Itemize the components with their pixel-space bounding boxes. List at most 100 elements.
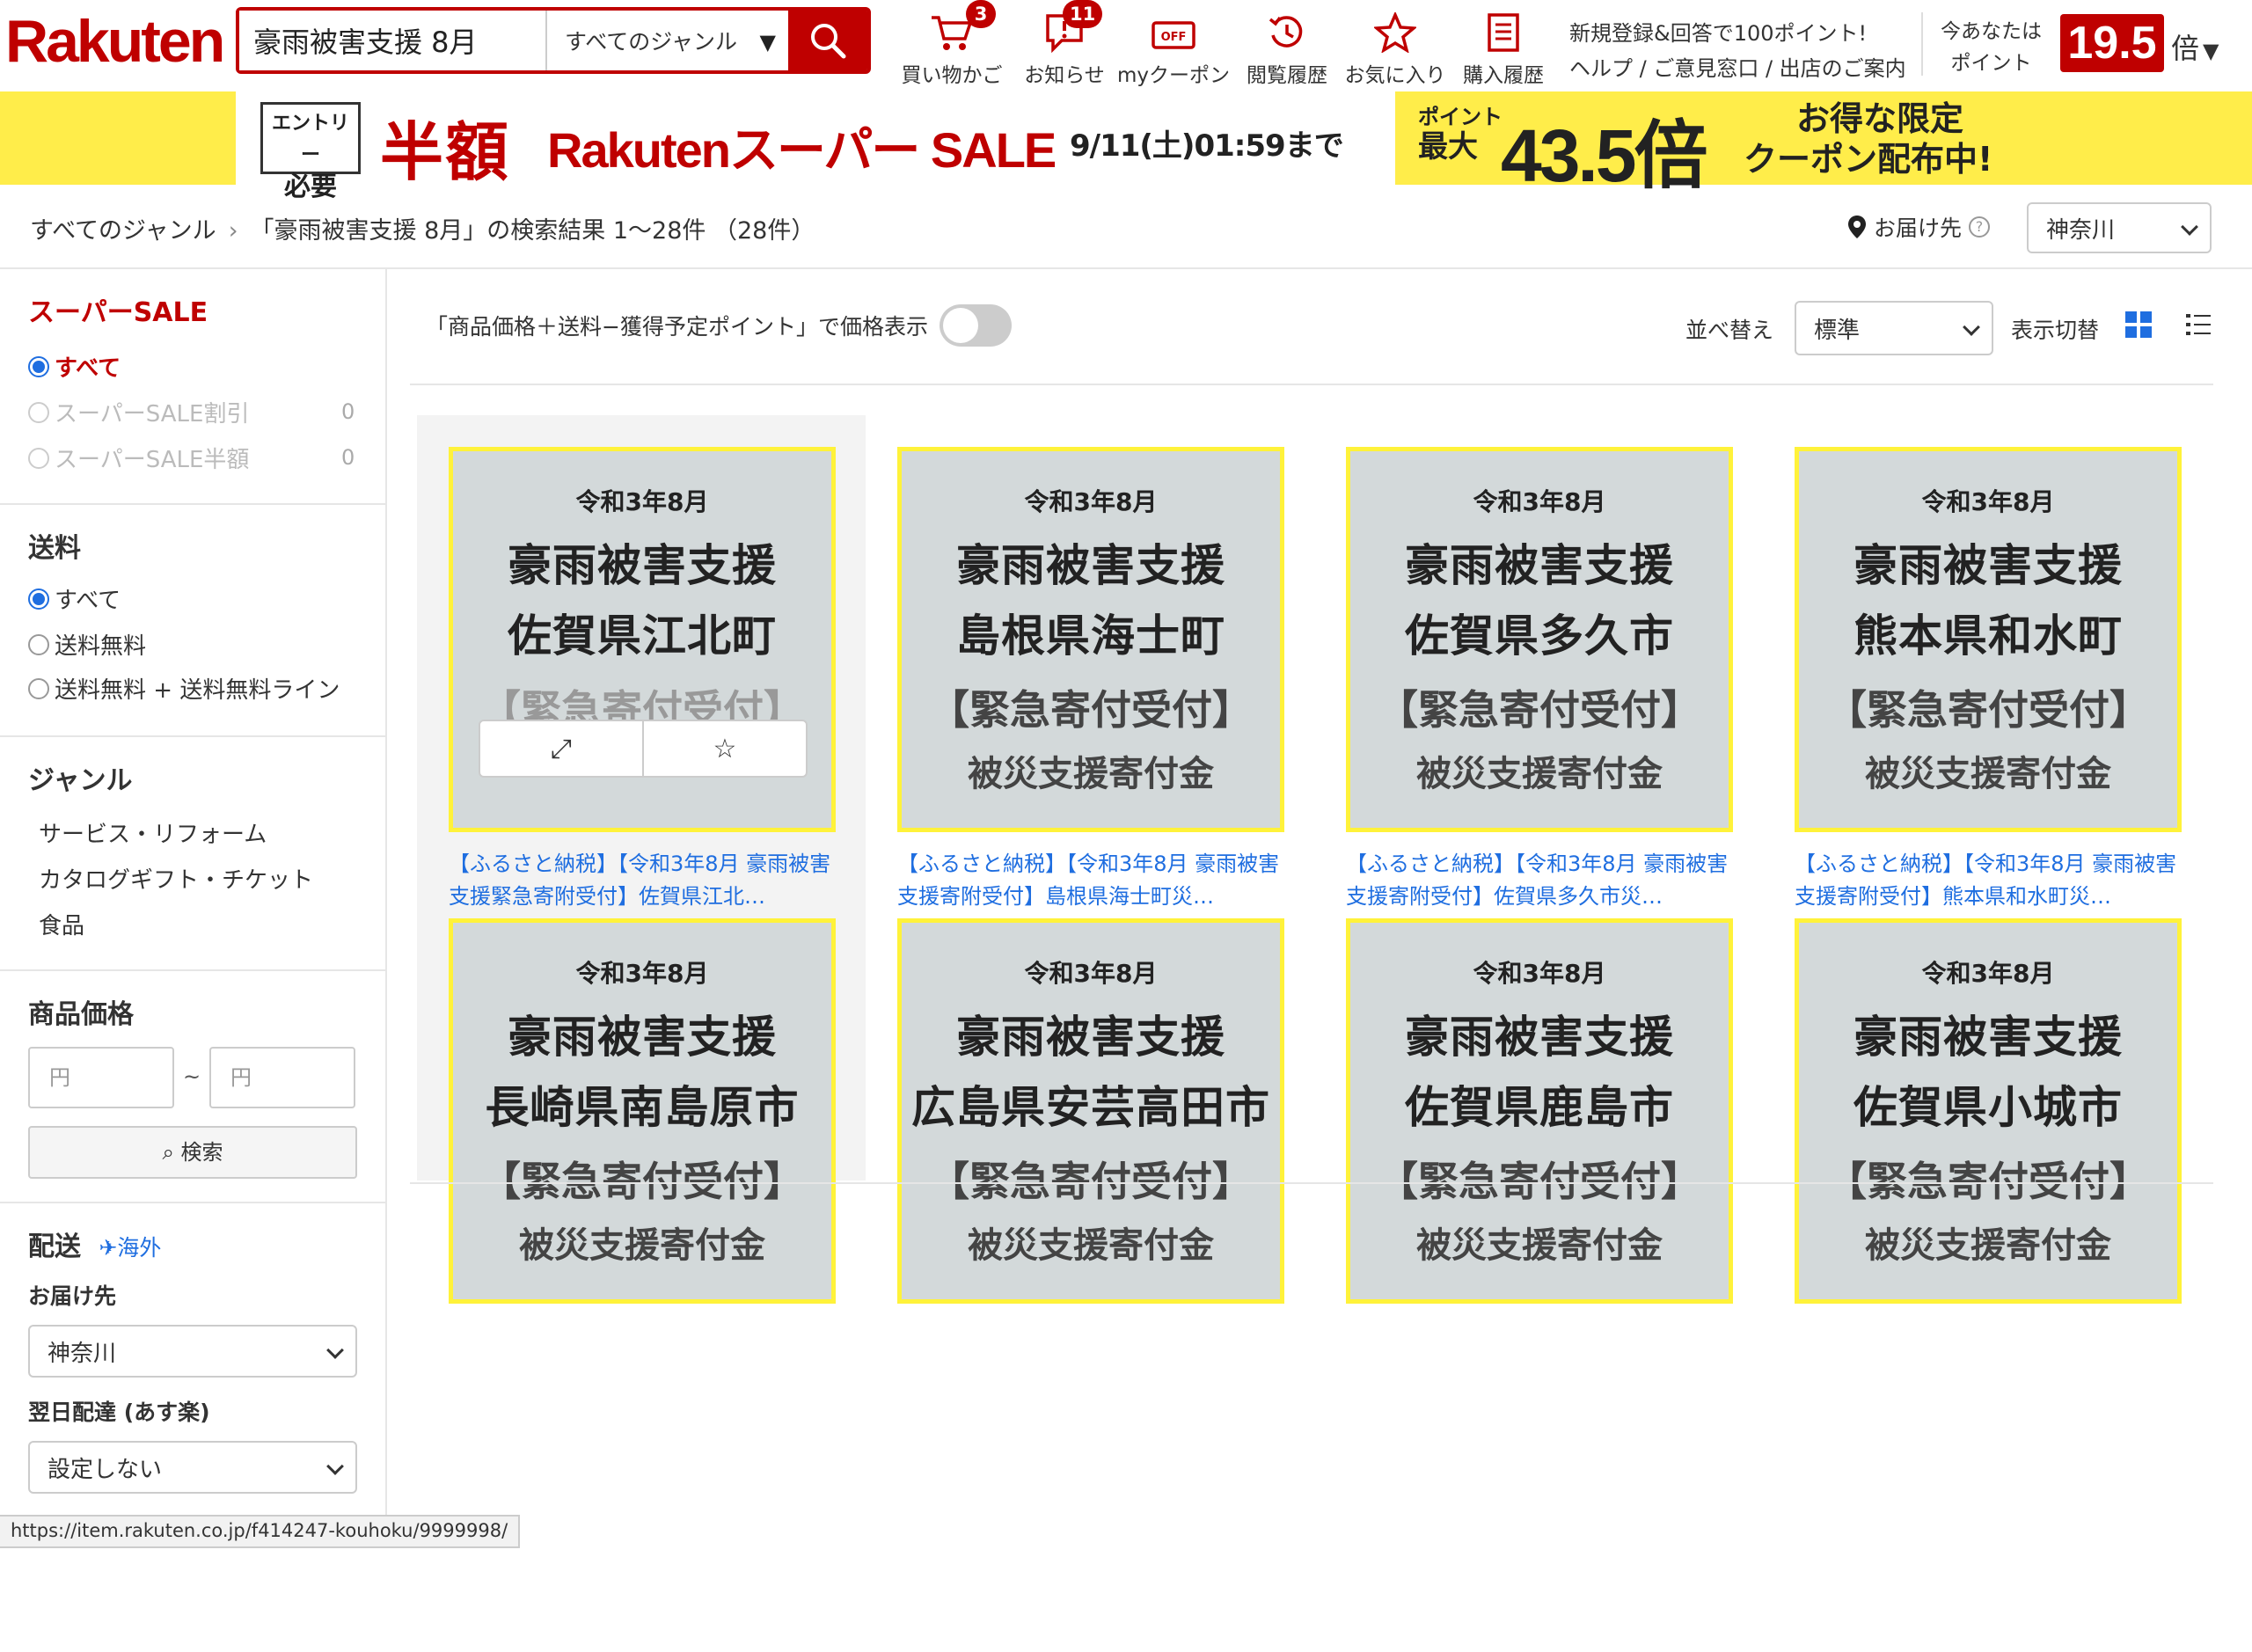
location-pin-icon [1848, 216, 1866, 238]
banner-left: エントリー 必要 半額 Rakutenスーパー SALE 9/11(土)01:5… [236, 91, 1395, 202]
divider [410, 1182, 2213, 1184]
purchase-history-icon [1488, 13, 1519, 52]
product-card[interactable]: 令和3年8月 豪雨被害支援 広島県安芸高田市 【緊急寄付受付】 被災支援寄付金 [866, 887, 1314, 1652]
shipping-filter-free[interactable]: 送料無料 [28, 628, 146, 661]
image-line3: 【緊急寄付受付】 [1378, 686, 1701, 734]
nav-history[interactable]: 閲覧履歴 [1239, 5, 1335, 87]
shipping-filter-all[interactable]: すべて [28, 582, 121, 615]
shipping-heading: 送料 [28, 533, 81, 564]
product-image[interactable]: 令和3年8月 豪雨被害支援 佐賀県鹿島市 【緊急寄付受付】 被災支援寄付金 [1346, 918, 1733, 1304]
next-day-select-value: 設定しない [48, 1456, 163, 1483]
list-view-icon[interactable] [2185, 311, 2212, 338]
sort-select[interactable]: 標準 [1795, 301, 1993, 355]
sale-half-count: 0 [341, 445, 355, 470]
points-unit[interactable]: 倍 ▼ [2171, 26, 2219, 67]
price-display-toggle-label: 「商品価格＋送料−獲得予定ポイント」で価格表示 [426, 314, 928, 340]
product-image[interactable]: 令和3年8月 豪雨被害支援 長崎県南島原市 【緊急寄付受付】 被災支援寄付金 [449, 918, 836, 1304]
coupon-promo-line2: クーポン配布中! [1744, 140, 1993, 179]
next-day-heading: 翌日配達 (あす楽) [28, 1400, 210, 1425]
image-line4: 被災支援寄付金 [1416, 1225, 1663, 1266]
super-sale-heading: スーパーSALE [28, 297, 208, 328]
chevron-down-icon [2181, 218, 2198, 236]
nav-favorite[interactable]: お気に入り [1342, 5, 1448, 87]
image-municipality: 熊本県和水町 [1854, 610, 2123, 662]
deliver-to-select[interactable]: 神奈川 [2027, 202, 2212, 253]
price-heading: 商品価格 [28, 999, 134, 1030]
image-year: 令和3年8月 [575, 959, 709, 988]
divider [1921, 12, 1923, 76]
image-municipality: 佐賀県鹿島市 [1405, 1082, 1674, 1133]
nav-coupon[interactable]: OFF myクーポン [1115, 5, 1232, 87]
promo-register-link[interactable]: 新規登録&回答で100ポイント! [1569, 16, 1906, 51]
image-year: 令和3年8月 [575, 487, 709, 516]
sale-deadline: 9/11(土)01:59まで [1070, 128, 1344, 164]
price-search-button-label: 検索 [180, 1140, 223, 1165]
sale-filter-all[interactable]: すべて [28, 350, 121, 383]
caret-down-icon: ▼ [759, 30, 776, 55]
points-max-label-1: ポイント [1418, 105, 1503, 129]
points-multiplier[interactable]: 19.5 [2060, 14, 2164, 72]
product-card[interactable]: 令和3年8月 豪雨被害支援 佐賀県鹿島市 【緊急寄付受付】 被災支援寄付金 [1314, 887, 1763, 1652]
grid-view-icon[interactable] [2125, 311, 2152, 338]
caret-down-icon: ▼ [2203, 39, 2219, 63]
delivery-heading-label: 配送 [28, 1232, 81, 1262]
sidebar-deliver-to-select[interactable]: 神奈川 [28, 1325, 357, 1378]
nav-notice[interactable]: 11 お知らせ [1020, 0, 1108, 87]
help-icon[interactable]: ? [1969, 216, 1991, 238]
sort-select-value: 標準 [1814, 317, 1861, 344]
next-day-select[interactable]: 設定しない [28, 1441, 357, 1494]
chevron-down-icon [1963, 318, 1980, 336]
status-bar-url: https://item.rakuten.co.jp/f414247-kouho… [0, 1515, 521, 1548]
super-sale-banner[interactable]: エントリー 必要 半額 Rakutenスーパー SALE 9/11(土)01:5… [0, 91, 2252, 202]
image-year: 令和3年8月 [1921, 959, 2055, 988]
nav-notice-label: お知らせ [1024, 64, 1105, 87]
history-icon [1269, 16, 1303, 48]
rakuten-logo[interactable]: Rakuten [5, 7, 225, 76]
image-municipality: 佐賀県多久市 [1405, 610, 1674, 662]
genre-heading: ジャンル [28, 765, 133, 796]
image-line1: 豪雨被害支援 [956, 1012, 1225, 1063]
breadcrumb-root[interactable]: すべてのジャンル [30, 217, 216, 245]
product-card[interactable]: 令和3年8月 豪雨被害支援 佐賀県小城市 【緊急寄付受付】 被災支援寄付金 [1763, 887, 2212, 1652]
product-image[interactable]: 令和3年8月 豪雨被害支援 佐賀県多久市 【緊急寄付受付】 被災支援寄付金 [1346, 447, 1733, 832]
filter-sidebar: スーパーSALE すべて スーパーSALE割引 0 スーパーSALE半額 0 送… [0, 269, 387, 1548]
points-label-line1: 今あなたは [1941, 20, 2042, 43]
product-image[interactable]: 令和3年8月 豪雨被害支援 島根県海士町 【緊急寄付受付】 被災支援寄付金 [897, 447, 1284, 832]
points-max-label-2: 最大 [1418, 129, 1478, 164]
image-municipality: 佐賀県小城市 [1854, 1082, 2123, 1133]
nav-cart[interactable]: 3 買い物かご [899, 0, 1005, 87]
product-image[interactable]: 令和3年8月 豪雨被害支援 広島県安芸高田市 【緊急寄付受付】 被災支援寄付金 [897, 918, 1284, 1304]
image-line1: 豪雨被害支援 [1854, 1012, 2123, 1063]
search-button[interactable] [788, 7, 867, 74]
nav-favorite-label: お気に入り [1344, 64, 1446, 87]
coupon-promo-line1: お得な限定 [1796, 99, 1964, 138]
price-search-button[interactable]: ⌕ 検索 [28, 1126, 357, 1179]
image-line1: 豪雨被害支援 [508, 540, 777, 591]
product-image[interactable]: 令和3年8月 豪雨被害支援 熊本県和水町 【緊急寄付受付】 被災支援寄付金 [1795, 447, 2182, 832]
shipping-filter-free-line[interactable]: 送料無料 + 送料無料ライン [28, 672, 340, 705]
image-line4: 被災支援寄付金 [968, 754, 1214, 794]
help-links[interactable]: ヘルプ / ご意見窓口 / 出店のご案内 [1569, 51, 1906, 86]
genre-link-food[interactable]: 食品 [39, 908, 84, 940]
sort-label: 並べ替え [1685, 318, 1774, 343]
genre-link-catalog-gift[interactable]: カタログギフト・チケット [39, 862, 313, 895]
deliver-to-select-value: 神奈川 [2046, 216, 2116, 244]
genre-link-service[interactable]: サービス・リフォーム [39, 816, 267, 849]
product-image[interactable]: 令和3年8月 豪雨被害支援 佐賀県小城市 【緊急寄付受付】 被災支援寄付金 [1795, 918, 2182, 1304]
price-min-input[interactable]: 円 [28, 1047, 174, 1108]
price-display-toggle[interactable] [940, 304, 1012, 347]
image-year: 令和3年8月 [1024, 487, 1158, 516]
genre-select[interactable]: すべてのジャンル ▼ [545, 11, 788, 70]
entry-label: エントリー [271, 113, 349, 166]
image-line4: 被災支援寄付金 [1416, 754, 1663, 794]
expand-icon[interactable]: ⤢ [480, 721, 644, 776]
price-max-input[interactable]: 円 [209, 1047, 355, 1108]
view-toggle-label: 表示切替 [2011, 318, 2100, 343]
overseas-link[interactable]: ✈海外 [99, 1235, 161, 1261]
star-icon[interactable]: ☆ [644, 721, 806, 776]
sale-discount-count: 0 [341, 399, 355, 424]
header-promo: 新規登録&回答で100ポイント! ヘルプ / ご意見窓口 / 出店のご案内 [1569, 16, 1906, 86]
search-input[interactable] [239, 11, 545, 70]
image-line4: 被災支援寄付金 [968, 1225, 1214, 1266]
nav-purchase-history[interactable]: 購入履歴 [1455, 5, 1552, 87]
